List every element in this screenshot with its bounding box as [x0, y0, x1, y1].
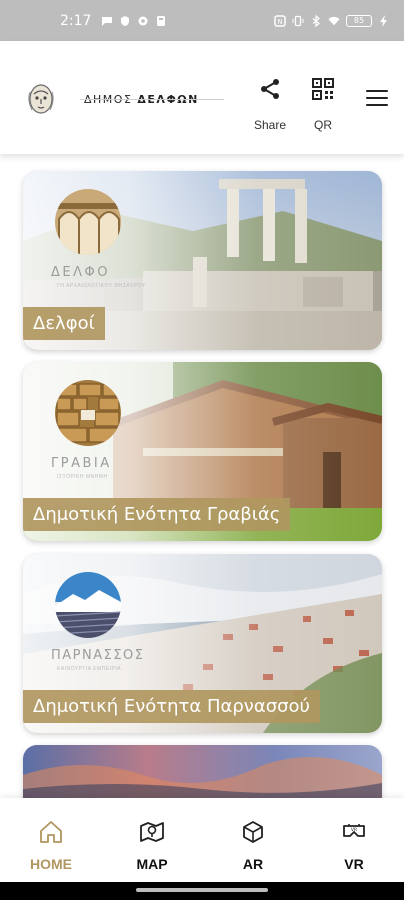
message-icon: [102, 16, 113, 26]
nav-vr[interactable]: VR VR: [319, 820, 389, 872]
qr-button[interactable]: QR: [303, 77, 343, 132]
svg-text:N: N: [277, 18, 282, 26]
parnassos-emblem-title: ΠΑΡΝΑΣΣΟΣ: [51, 648, 145, 663]
app-icon: [157, 15, 166, 26]
nav-map-label: MAP: [136, 856, 168, 872]
settings-icon: [138, 16, 148, 25]
gravia-emblem-subtitle: ΙΣΤΟΡΙΚΗ ΜΝΗΜΗ: [57, 474, 108, 480]
nav-ar-label: AR: [242, 856, 264, 872]
home-icon: [40, 821, 62, 843]
logo-emblem-icon: [28, 84, 54, 114]
share-icon: [261, 79, 279, 99]
menu-icon-line: [366, 97, 388, 99]
parnassos-card-label: Δημοτική Ενότητα Παρνασσού: [23, 690, 320, 723]
share-label: Share: [253, 118, 287, 132]
app-header: ΔΗΜΟΣ ΔΕΛΦΩΝ Share QR: [0, 41, 404, 154]
gravia-emblem-title: ΓΡΑΒΙΑ: [51, 456, 112, 471]
region-card-parnassos[interactable]: ΠΑΡΝΑΣΣΟΣ ΚΑΙΝΟΥΡΓΙΑ ΕΜΠΕΙΡΙΑ Δημοτική Ε…: [23, 554, 382, 733]
vr-headset-icon: VR: [343, 824, 365, 837]
nav-vr-label: VR: [344, 856, 364, 872]
region-card-gravia[interactable]: ΓΡΑΒΙΑ ΙΣΤΟΡΙΚΗ ΜΝΗΜΗ Δημοτική Ενότητα Γ…: [23, 362, 382, 541]
nav-home[interactable]: HOME: [16, 820, 86, 872]
map-icon: [140, 822, 164, 842]
system-icons: N 85: [274, 14, 390, 27]
nfc-icon: N: [274, 14, 286, 27]
nav-map[interactable]: MAP: [117, 820, 187, 872]
vibrate-icon: [292, 15, 304, 26]
charging-icon: [380, 14, 387, 27]
bottom-navigation: HOME MAP AR VR VR: [0, 798, 404, 882]
municipality-logo[interactable]: ΔΗΜΟΣ ΔΕΛΦΩΝ: [24, 81, 224, 117]
logo-divider: [80, 99, 224, 100]
status-bar: 2:17 N 85: [0, 0, 404, 41]
share-button[interactable]: Share: [250, 77, 290, 132]
system-gesture-bar: [0, 882, 404, 900]
delphi-emblem-icon: [55, 189, 121, 255]
parnassos-emblem-icon: [55, 572, 121, 638]
region-card-partial[interactable]: [23, 745, 382, 805]
shield-icon: [121, 15, 130, 26]
region-card-delphi[interactable]: ΔΕΛΦΟ ΓΗ ΑΡΧΑΙΟΛΟΓΙΚΟΥ ΘΗΣΑΥΡΟΥ Δελφοί: [23, 171, 382, 350]
qr-icon: [312, 78, 334, 100]
gesture-handle[interactable]: [136, 888, 268, 892]
svg-text:VR: VR: [351, 827, 357, 833]
delphi-emblem-subtitle: ΓΗ ΑΡΧΑΙΟΛΟΓΙΚΟΥ ΘΗΣΑΥΡΟΥ: [57, 283, 146, 289]
notification-icons: [101, 15, 167, 27]
menu-icon-line: [366, 104, 388, 106]
wifi-icon: [328, 16, 340, 25]
menu-button[interactable]: [366, 90, 388, 106]
ar-cube-icon: [243, 821, 263, 843]
bluetooth-icon: [312, 14, 320, 27]
delphi-emblem-title: ΔΕΛΦΟ: [51, 265, 110, 280]
status-time: 2:17: [60, 12, 92, 29]
qr-label: QR: [314, 118, 332, 132]
nav-home-label: HOME: [30, 856, 72, 872]
battery-indicator: 85: [346, 14, 372, 27]
sunset-photo: [23, 745, 382, 805]
nav-ar[interactable]: AR: [218, 820, 288, 872]
menu-icon: [366, 90, 388, 92]
delphi-card-label: Δελφοί: [23, 307, 105, 340]
parnassos-emblem-subtitle: ΚΑΙΝΟΥΡΓΙΑ ΕΜΠΕΙΡΙΑ: [57, 666, 122, 672]
gravia-card-label: Δημοτική Ενότητα Γραβιάς: [23, 498, 291, 531]
gravia-emblem-icon: [55, 380, 121, 446]
